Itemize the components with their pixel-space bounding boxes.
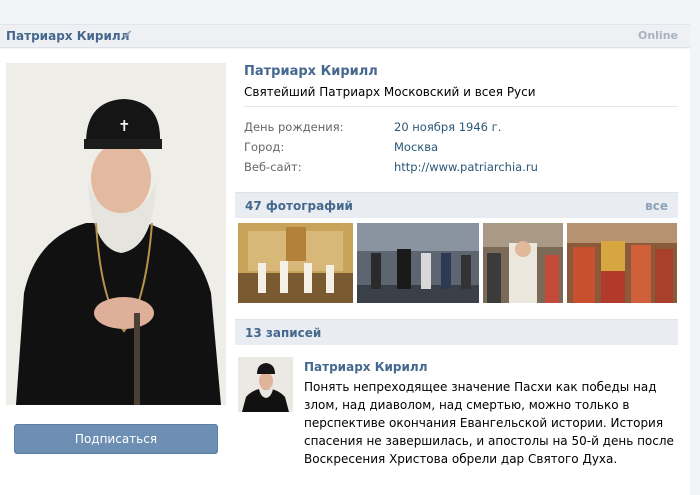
photo-thumb-2[interactable]	[357, 223, 479, 303]
website-label: Веб-сайт:	[244, 160, 302, 174]
divider	[244, 106, 678, 107]
photos-header[interactable]: 47 фотографий все	[235, 192, 678, 218]
photo-thumb-1[interactable]	[238, 223, 353, 303]
photo-thumb-1-drawing	[238, 223, 353, 303]
birthday-label: День рождения:	[244, 120, 344, 134]
cross-icon: ✝	[118, 117, 131, 135]
post-text: Понять непреходящее значение Пасхи как п…	[304, 380, 674, 466]
subscribe-button[interactable]: Подписаться	[14, 424, 218, 454]
photos-count[interactable]: 47 фотографий	[245, 199, 353, 213]
city-label: Город:	[244, 140, 285, 154]
website-link[interactable]: http://www.patriarchia.ru	[394, 160, 538, 174]
photo-thumb-4-drawing	[567, 223, 677, 303]
profile-name: Патриарх Кирилл	[244, 64, 378, 79]
city-value[interactable]: Москва	[394, 140, 438, 154]
birthday-value[interactable]: 20 ноября 1946 г.	[394, 120, 501, 134]
post-avatar-drawing	[238, 357, 293, 412]
photos-all-link[interactable]: все	[645, 199, 668, 213]
photo-thumb-2-drawing	[357, 223, 479, 303]
post-author[interactable]: Патриарх Кирилл	[304, 360, 428, 374]
top-bar-name[interactable]: Патриарх Кирилл	[6, 29, 130, 43]
photo-thumb-3-drawing	[483, 223, 563, 303]
verified-check-icon: ✔	[122, 28, 133, 43]
photo-thumb-4[interactable]	[567, 223, 677, 303]
profile-page: ✝ Подписаться Патриарх Кирилл Святейший …	[0, 49, 690, 495]
wall-count[interactable]: 13 записей	[245, 326, 321, 340]
top-bar: Патриарх Кирилл ✔ Online	[0, 24, 690, 48]
wall-header[interactable]: 13 записей	[235, 319, 678, 345]
photo-thumb-3[interactable]	[483, 223, 563, 303]
profile-status: Святейший Патриарх Московский и всея Рус…	[244, 85, 536, 99]
profile-photo[interactable]: ✝	[6, 63, 226, 405]
post-avatar[interactable]	[238, 357, 293, 412]
profile-photo-drawing: ✝	[6, 63, 226, 405]
online-status: Online	[637, 29, 678, 42]
